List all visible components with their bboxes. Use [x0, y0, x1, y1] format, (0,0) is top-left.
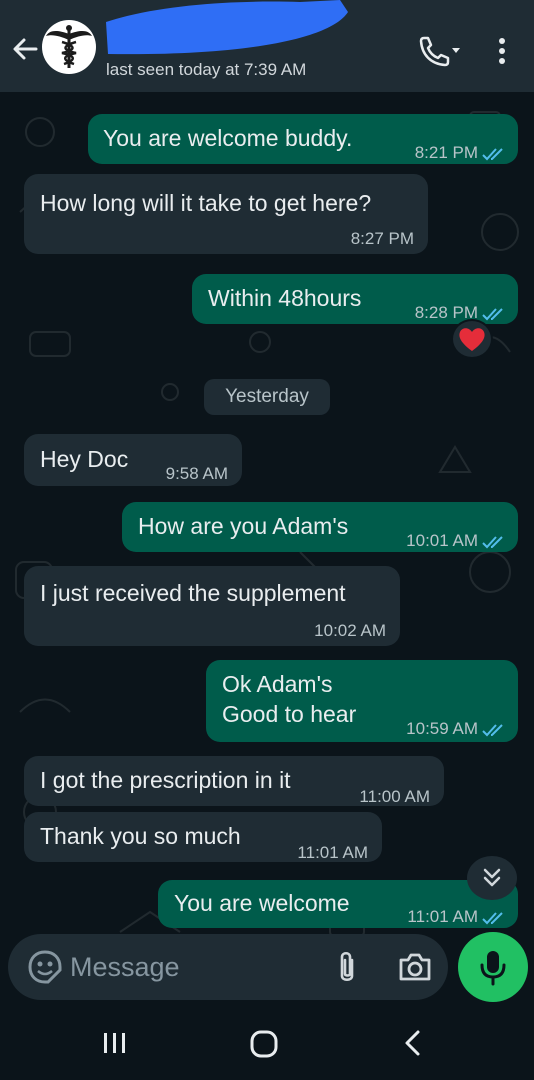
- message-text: How are you Adam's: [138, 513, 349, 539]
- message-input[interactable]: [70, 934, 320, 1000]
- message-bubble-incoming[interactable]: I got the prescription in it 11:00 AM: [24, 756, 444, 806]
- message-text: I just received the supplement: [40, 580, 346, 606]
- scroll-to-bottom-button[interactable]: [467, 856, 517, 900]
- message-time: 9:58 AM: [165, 464, 228, 483]
- message-bubble-incoming[interactable]: Thank you so much 11:01 AM: [24, 812, 382, 862]
- home-icon[interactable]: [246, 1028, 282, 1060]
- arrow-left-icon[interactable]: [8, 32, 42, 66]
- message-text: Within 48hours: [208, 285, 362, 311]
- message-bubble-outgoing[interactable]: How are you Adam's 10:01 AM: [122, 502, 518, 552]
- vertical-dots-icon[interactable]: [488, 34, 516, 68]
- read-receipt-icon: [482, 723, 503, 736]
- camera-icon[interactable]: [396, 948, 434, 986]
- message-text: I got the prescription in it: [40, 767, 291, 793]
- read-receipt-icon: [482, 307, 503, 320]
- message-text: Ok Adam's Good to hear: [222, 671, 357, 727]
- message-bubble-outgoing[interactable]: You are welcome 11:01 AM: [158, 880, 518, 928]
- paperclip-icon[interactable]: [330, 948, 364, 986]
- nav-back-icon[interactable]: [398, 1026, 428, 1060]
- contact-name-redaction: [100, 0, 350, 60]
- read-receipt-icon: [482, 911, 503, 924]
- message-composer: [8, 934, 448, 1000]
- message-time: 10:01 AM: [406, 531, 478, 550]
- message-time: 10:02 AM: [314, 621, 386, 640]
- day-separator: Yesterday: [204, 379, 330, 415]
- message-text: How long will it take to get here?: [40, 190, 372, 216]
- message-bubble-incoming[interactable]: I just received the supplement 10:02 AM: [24, 566, 400, 646]
- message-bubble-incoming[interactable]: How long will it take to get here? 8:27 …: [24, 174, 428, 254]
- double-chevron-down-icon: [483, 868, 501, 887]
- message-time: 8:27 PM: [350, 229, 414, 248]
- message-time: 8:21 PM: [414, 143, 478, 162]
- sticker-icon[interactable]: [26, 948, 64, 986]
- message-bubble-outgoing[interactable]: You are welcome buddy. 8:21 PM: [88, 114, 518, 164]
- caduceus-icon: [46, 25, 92, 68]
- message-text: You are welcome buddy.: [103, 125, 353, 151]
- microphone-icon: [480, 951, 506, 986]
- microphone-button[interactable]: [458, 932, 528, 1002]
- read-receipt-icon: [482, 535, 503, 548]
- avatar[interactable]: [42, 20, 96, 74]
- message-bubble-outgoing[interactable]: Within 48hours 8:28 PM: [192, 274, 518, 324]
- chat-header: last seen today at 7:39 AM: [0, 0, 534, 92]
- message-text: Thank you so much: [40, 823, 241, 849]
- message-meta: 11:01 AM: [407, 902, 506, 932]
- message-meta: 10:59 AM: [406, 714, 506, 744]
- last-seen-status: last seen today at 7:39 AM: [106, 60, 307, 79]
- message-bubble-incoming[interactable]: Hey Doc 9:58 AM: [24, 434, 242, 486]
- message-meta: 8:21 PM: [415, 138, 506, 168]
- message-time: 11:01 AM: [297, 843, 368, 862]
- message-time: 10:59 AM: [406, 719, 478, 738]
- phone-dropdown-icon[interactable]: [414, 34, 462, 68]
- read-receipt-icon: [482, 147, 503, 160]
- recent-apps-icon[interactable]: [98, 1028, 132, 1058]
- system-navigation-bar: [0, 1004, 534, 1080]
- message-text: Hey Doc: [40, 446, 129, 472]
- message-time: 11:00 AM: [359, 787, 430, 806]
- message-bubble-outgoing[interactable]: Ok Adam's Good to hear 10:59 AM: [206, 660, 518, 742]
- red-heart-icon[interactable]: [451, 319, 493, 359]
- message-meta: 10:01 AM: [406, 526, 506, 556]
- chat-thread[interactable]: Yesterday You are welcome buddy. 8:21 PM…: [0, 92, 534, 1000]
- message-text: You are welcome: [174, 890, 350, 916]
- message-time: 11:01 AM: [407, 907, 478, 926]
